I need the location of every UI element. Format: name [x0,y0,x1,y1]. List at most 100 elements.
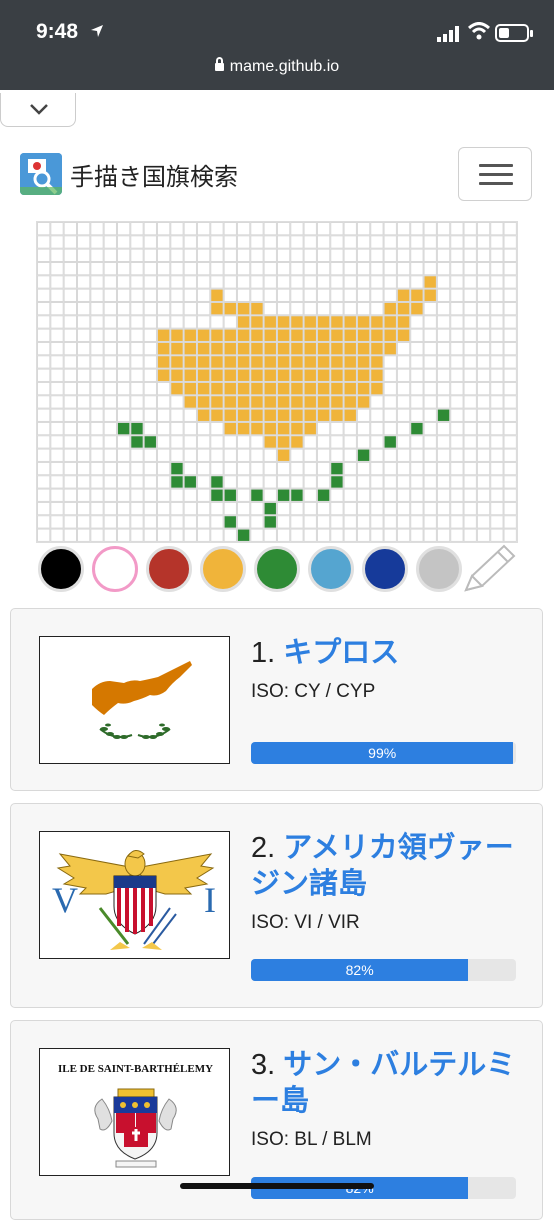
grid-cell[interactable] [303,341,317,356]
grid-cell[interactable] [50,261,64,276]
grid-cell[interactable] [410,341,424,356]
grid-cell[interactable] [90,408,104,422]
grid-cell[interactable] [316,475,331,489]
grid-cell[interactable] [476,475,491,489]
grid-cell[interactable] [450,222,464,236]
grid-cell[interactable] [463,408,477,422]
grid-cell[interactable] [490,501,504,516]
grid-cell[interactable] [263,448,277,462]
grid-cell[interactable] [450,448,464,462]
grid-cell[interactable] [396,448,411,462]
grid-cell[interactable] [143,341,157,356]
grid-cell[interactable] [170,222,184,236]
grid-cell[interactable] [210,421,224,436]
grid-cell[interactable] [63,408,77,422]
grid-cell[interactable] [303,408,317,422]
grid-cell[interactable] [316,421,331,436]
grid-cell[interactable] [383,301,397,316]
grid-cell[interactable] [436,408,451,422]
grid-cell[interactable] [90,301,104,316]
grid-cell[interactable] [183,275,197,289]
grid-cell[interactable] [37,275,51,289]
grid-cell[interactable] [37,501,51,516]
grid-cell[interactable] [490,315,504,329]
grid-cell[interactable] [423,235,437,249]
grid-cell[interactable] [63,368,77,382]
grid-cell[interactable] [50,328,64,342]
grid-cell[interactable] [423,261,437,276]
grid-cell[interactable] [130,301,144,316]
grid-cell[interactable] [263,421,277,436]
grid-cell[interactable] [423,501,437,516]
grid-cell[interactable] [423,448,437,462]
grid-cell[interactable] [236,315,251,329]
grid-cell[interactable] [410,235,424,249]
grid-cell[interactable] [463,261,477,276]
grid-cell[interactable] [90,488,104,502]
grid-cell[interactable] [170,261,184,276]
grid-cell[interactable] [63,341,77,356]
grid-cell[interactable] [276,435,291,449]
grid-cell[interactable] [90,288,104,302]
grid-cell[interactable] [50,461,64,476]
grid-cell[interactable] [356,235,371,249]
grid-cell[interactable] [263,222,277,236]
grid-cell[interactable] [90,222,104,236]
grid-cell[interactable] [90,341,104,356]
grid-cell[interactable] [236,275,251,289]
grid-cell[interactable] [476,248,491,262]
grid-cell[interactable] [37,235,51,249]
grid-cell[interactable] [450,421,464,436]
grid-cell[interactable] [290,341,304,356]
grid-cell[interactable] [330,475,344,489]
grid-cell[interactable] [330,501,344,516]
grid-cell[interactable] [116,501,131,516]
eraser-pen-icon[interactable] [460,544,518,596]
grid-cell[interactable] [503,261,517,276]
grid-cell[interactable] [63,301,77,316]
grid-cell[interactable] [196,341,211,356]
grid-cell[interactable] [170,395,184,409]
grid-cell[interactable] [196,395,211,409]
grid-cell[interactable] [156,408,171,422]
grid-cell[interactable] [316,515,331,529]
grid-cell[interactable] [156,421,171,436]
grid-cell[interactable] [503,475,517,489]
grid-cell[interactable] [343,235,357,249]
grid-cell[interactable] [343,421,357,436]
grid-cell[interactable] [210,341,224,356]
grid-cell[interactable] [236,435,251,449]
grid-cell[interactable] [503,235,517,249]
grid-cell[interactable] [503,488,517,502]
grid-cell[interactable] [490,448,504,462]
color-swatch-red[interactable] [146,546,192,592]
grid-cell[interactable] [276,408,291,422]
grid-cell[interactable] [236,222,251,236]
grid-cell[interactable] [450,341,464,356]
grid-cell[interactable] [116,461,131,476]
address-bar[interactable]: mame.github.io [0,57,554,76]
navbar-brand[interactable]: 手描き国旗検索 [20,153,238,195]
grid-cell[interactable] [37,488,51,502]
grid-cell[interactable] [103,288,117,302]
grid-cell[interactable] [250,235,264,249]
grid-cell[interactable] [276,395,291,409]
grid-cell[interactable] [103,461,117,476]
grid-cell[interactable] [90,528,104,542]
grid-cell[interactable] [223,222,237,236]
grid-cell[interactable] [503,368,517,382]
grid-cell[interactable] [37,461,51,476]
grid-cell[interactable] [476,288,491,302]
grid-cell[interactable] [37,475,51,489]
grid-cell[interactable] [276,381,291,396]
grid-cell[interactable] [130,501,144,516]
grid-cell[interactable] [183,515,197,529]
grid-cell[interactable] [50,288,64,302]
grid-cell[interactable] [463,448,477,462]
grid-cell[interactable] [290,328,304,342]
color-swatch-white[interactable] [92,546,138,592]
grid-cell[interactable] [76,288,91,302]
grid-cell[interactable] [290,448,304,462]
grid-cell[interactable] [103,315,117,329]
grid-cell[interactable] [76,315,91,329]
